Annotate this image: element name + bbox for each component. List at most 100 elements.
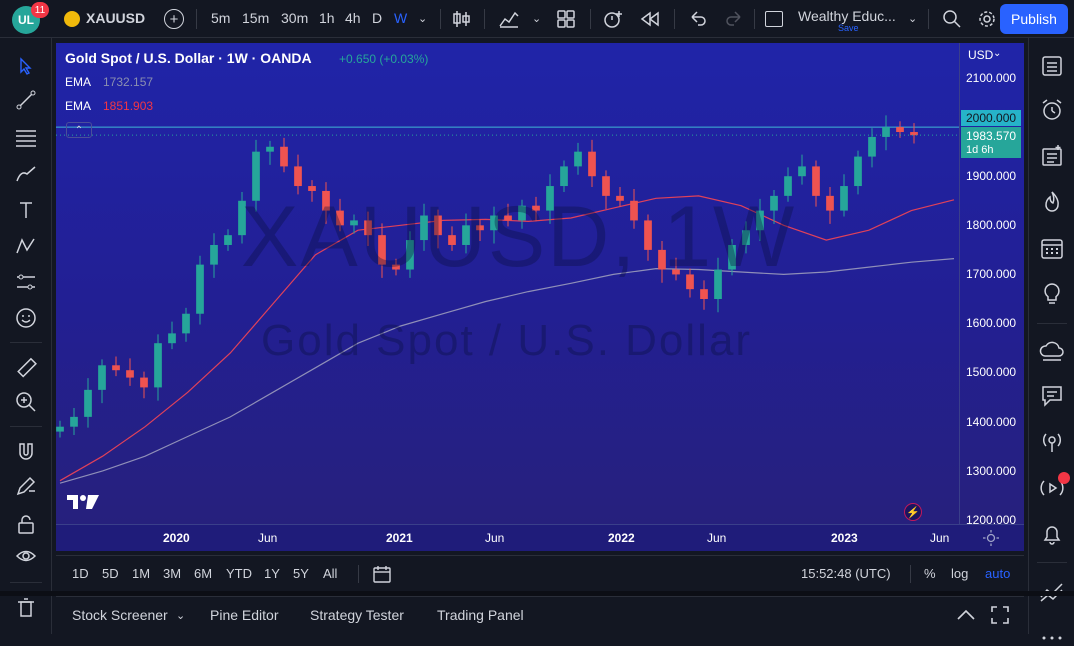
layout-dropdown-icon[interactable]: ⌄ bbox=[908, 12, 917, 25]
separator bbox=[440, 9, 441, 29]
name-watermark: Gold Spot / U.S. Dollar bbox=[261, 316, 753, 365]
pattern-tool-icon[interactable] bbox=[12, 232, 40, 260]
streams-cloud-icon[interactable] bbox=[1038, 336, 1066, 364]
separator bbox=[10, 342, 42, 343]
zoom-in-icon[interactable] bbox=[12, 388, 40, 416]
fib-retracement-icon[interactable] bbox=[12, 124, 40, 152]
indicators-dropdown-icon[interactable]: ⌄ bbox=[532, 12, 541, 25]
replay-icon[interactable] bbox=[640, 9, 662, 29]
magnet-icon[interactable] bbox=[12, 438, 40, 466]
compare-add-icon[interactable]: + bbox=[164, 9, 184, 29]
tradingview-logo-icon[interactable] bbox=[66, 493, 100, 511]
auto-scale-toggle[interactable]: auto bbox=[985, 566, 1010, 581]
publish-button[interactable]: Publish bbox=[1000, 4, 1068, 34]
ema-slow-line[interactable] bbox=[59, 258, 955, 484]
currency-dropdown-icon[interactable]: ⌄ bbox=[993, 48, 1001, 59]
price-chart-canvas[interactable] bbox=[56, 43, 1024, 551]
timeframe-5m[interactable]: 5m bbox=[211, 10, 230, 26]
brush-icon[interactable] bbox=[12, 160, 40, 188]
text-tool-icon[interactable] bbox=[12, 196, 40, 224]
chart-title[interactable]: Gold Spot / U.S. Dollar · 1W · OANDA bbox=[65, 50, 312, 66]
timeframe-15m[interactable]: 15m bbox=[242, 10, 269, 26]
range-all[interactable]: All bbox=[323, 566, 337, 581]
ema-fast-value: 1851.903 bbox=[103, 99, 154, 113]
broadcast-icon[interactable] bbox=[1038, 428, 1066, 456]
utc-clock[interactable]: 15:52:48 (UTC) bbox=[801, 566, 891, 581]
range-1y[interactable]: 1Y bbox=[264, 566, 280, 581]
collapse-legend-button[interactable]: ⌃ bbox=[66, 122, 92, 138]
alarm-clock-icon[interactable] bbox=[1038, 96, 1066, 124]
chats-icon[interactable] bbox=[1038, 382, 1066, 410]
timeframe-d[interactable]: D bbox=[372, 10, 382, 26]
candle bbox=[812, 160, 820, 207]
notifications-bell-icon[interactable] bbox=[1038, 520, 1066, 548]
range-3m[interactable]: 3M bbox=[163, 566, 181, 581]
drawing-toolbar bbox=[0, 38, 52, 634]
bar-countdown: 1d 6h bbox=[966, 144, 994, 156]
stock-screener-dropdown-icon[interactable]: ⌄ bbox=[176, 609, 185, 622]
ideas-lightbulb-icon[interactable] bbox=[1038, 280, 1066, 308]
stay-drawing-icon[interactable] bbox=[12, 472, 40, 500]
goto-date-icon[interactable] bbox=[372, 564, 392, 584]
search-icon[interactable] bbox=[942, 9, 962, 29]
candle bbox=[826, 187, 834, 224]
alert-clock-icon[interactable] bbox=[602, 9, 624, 29]
time-scale[interactable]: 2020 Jun 2021 Jun 2022 Jun 2023 Jun bbox=[56, 524, 1024, 551]
timeframe-4h[interactable]: 4h bbox=[345, 10, 361, 26]
trend-line-icon[interactable] bbox=[12, 86, 40, 114]
range-5y[interactable]: 5Y bbox=[293, 566, 309, 581]
indicators-icon[interactable] bbox=[498, 9, 520, 29]
symbol-search-button[interactable]: XAUUSD bbox=[86, 10, 145, 26]
collapse-panel-chevron-icon[interactable] bbox=[956, 607, 976, 623]
ema-slow-label[interactable]: EMA bbox=[65, 75, 91, 89]
chart-settings-sun-icon[interactable] bbox=[983, 530, 999, 546]
cursor-icon[interactable] bbox=[12, 52, 40, 80]
layout-name[interactable]: Wealthy Educ... bbox=[798, 8, 896, 24]
ema-fast-label[interactable]: EMA bbox=[65, 99, 91, 113]
ruler-icon[interactable] bbox=[12, 354, 40, 382]
price-label: 1500.000 bbox=[966, 365, 1017, 379]
watchlist-icon[interactable] bbox=[1038, 52, 1066, 80]
candle bbox=[70, 408, 78, 436]
timeframe-dropdown-icon[interactable]: ⌄ bbox=[418, 12, 427, 25]
timeframe-w[interactable]: W bbox=[394, 10, 407, 26]
settings-gear-icon[interactable] bbox=[977, 9, 997, 29]
range-ytd[interactable]: YTD bbox=[226, 566, 252, 581]
chart-pane[interactable]: XAUUSD, 1W Gold Spot / U.S. Dollar Gold … bbox=[56, 43, 1024, 551]
tab-trading-panel[interactable]: Trading Panel bbox=[437, 607, 524, 623]
redo-icon[interactable] bbox=[724, 9, 744, 29]
maximize-panel-icon[interactable] bbox=[991, 606, 1009, 624]
range-1d[interactable]: 1D bbox=[72, 566, 89, 581]
news-feed-icon[interactable] bbox=[1038, 142, 1066, 170]
timeframe-30m[interactable]: 30m bbox=[281, 10, 308, 26]
fullscreen-frame-icon[interactable] bbox=[765, 11, 783, 27]
range-6m[interactable]: 6M bbox=[194, 566, 212, 581]
range-1m[interactable]: 1M bbox=[132, 566, 150, 581]
prediction-tool-icon[interactable] bbox=[12, 268, 40, 296]
log-scale-toggle[interactable]: log bbox=[951, 566, 968, 581]
price-scale[interactable]: USD ⌄ 2100.000 1900.000 1800.000 1700.00… bbox=[959, 43, 1024, 527]
percent-scale-toggle[interactable]: % bbox=[924, 566, 936, 581]
trash-icon[interactable] bbox=[12, 594, 40, 622]
candle bbox=[882, 115, 890, 151]
lightning-icon[interactable]: ⚡ bbox=[904, 503, 922, 521]
candles-chart-type-icon[interactable] bbox=[452, 9, 472, 29]
emoji-icon[interactable] bbox=[12, 304, 40, 332]
layout-grid-icon[interactable] bbox=[556, 9, 576, 29]
currency-label[interactable]: USD bbox=[968, 48, 993, 62]
candle bbox=[798, 154, 806, 185]
eye-icon[interactable] bbox=[12, 542, 40, 570]
timeframe-1h[interactable]: 1h bbox=[319, 10, 335, 26]
right-widget-bar bbox=[1028, 38, 1074, 640]
calendar-icon[interactable] bbox=[1038, 234, 1066, 262]
range-5d[interactable]: 5D bbox=[102, 566, 119, 581]
candle bbox=[210, 233, 218, 278]
candle bbox=[84, 378, 92, 428]
hotlist-fire-icon[interactable] bbox=[1038, 188, 1066, 216]
tab-strategy-tester[interactable]: Strategy Tester bbox=[310, 607, 404, 623]
tab-stock-screener[interactable]: Stock Screener bbox=[72, 607, 168, 623]
undo-icon[interactable] bbox=[688, 9, 708, 29]
more-dots-icon[interactable] bbox=[1039, 628, 1065, 640]
lock-icon[interactable] bbox=[12, 510, 40, 538]
tab-pine-editor[interactable]: Pine Editor bbox=[210, 607, 278, 623]
